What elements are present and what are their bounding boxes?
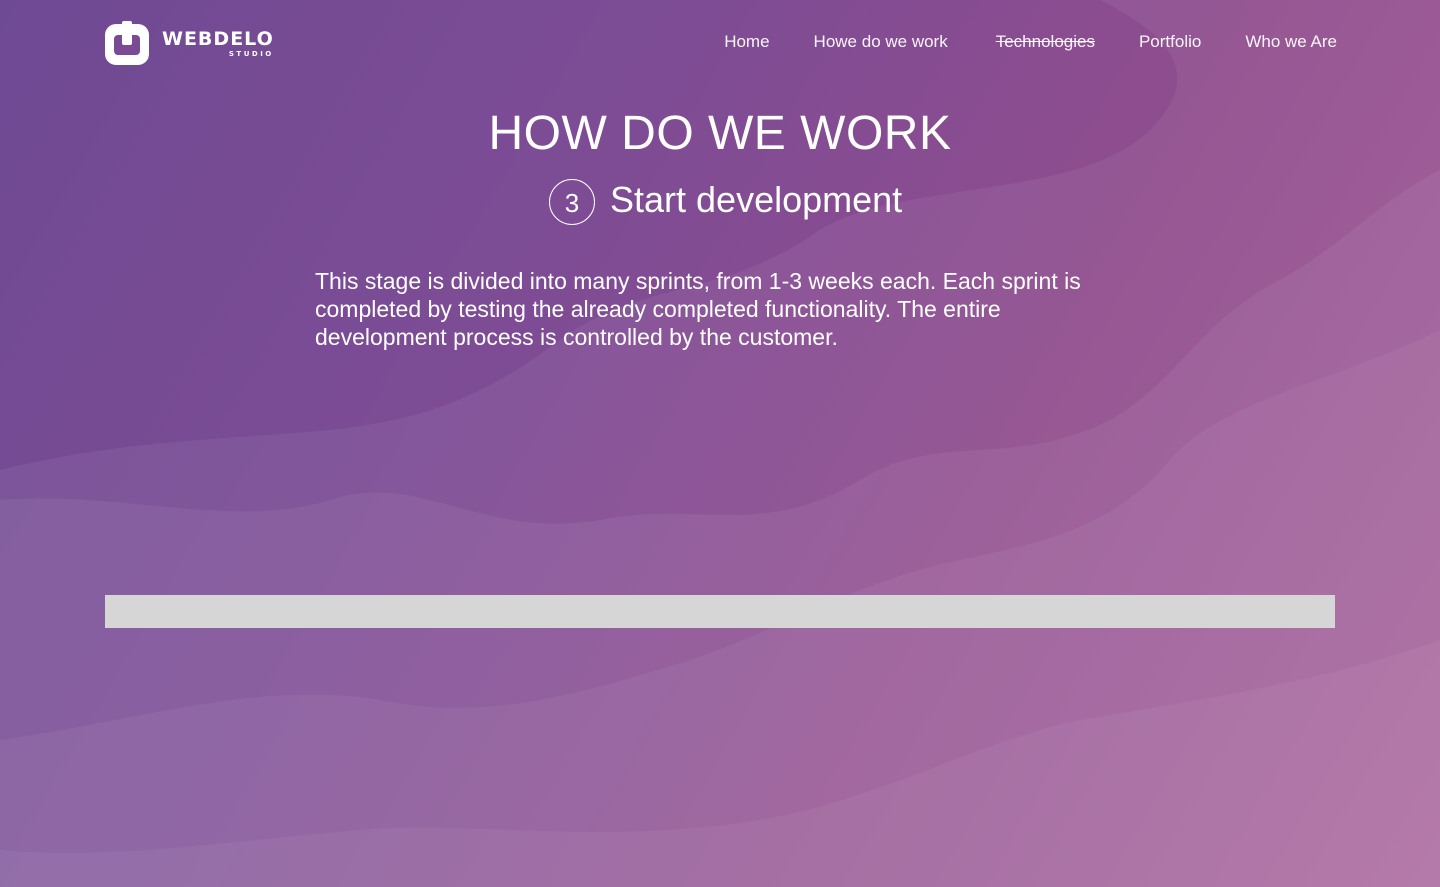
step-number-badge: 3	[549, 179, 595, 225]
nav-item-home[interactable]: Home	[724, 30, 769, 54]
page-title: HOW DO WE WORK	[488, 107, 952, 160]
step-title: Start development	[610, 179, 903, 220]
brand-text: WEBDELO STUDIO	[162, 29, 274, 58]
nav-item-who-we-are[interactable]: Who we Are	[1245, 30, 1337, 54]
brand-subtitle: STUDIO	[228, 49, 274, 58]
nav-item-technologies[interactable]: Technologies	[996, 30, 1095, 54]
nav-item-portfolio[interactable]: Portfolio	[1139, 30, 1201, 54]
webdelo-logo-icon	[105, 21, 149, 65]
main-nav: Home Howe do we work Technologies Portfo…	[680, 30, 1337, 54]
content-placeholder-bar	[105, 595, 1335, 628]
brand-logo[interactable]: WEBDELO STUDIO	[105, 21, 274, 65]
brand-name: WEBDELO	[162, 27, 274, 50]
nav-item-how-we-work[interactable]: Howe do we work	[814, 30, 948, 54]
step-description: This stage is divided into many sprints,…	[315, 268, 1081, 350]
step-heading: 3 Start development	[549, 179, 902, 225]
